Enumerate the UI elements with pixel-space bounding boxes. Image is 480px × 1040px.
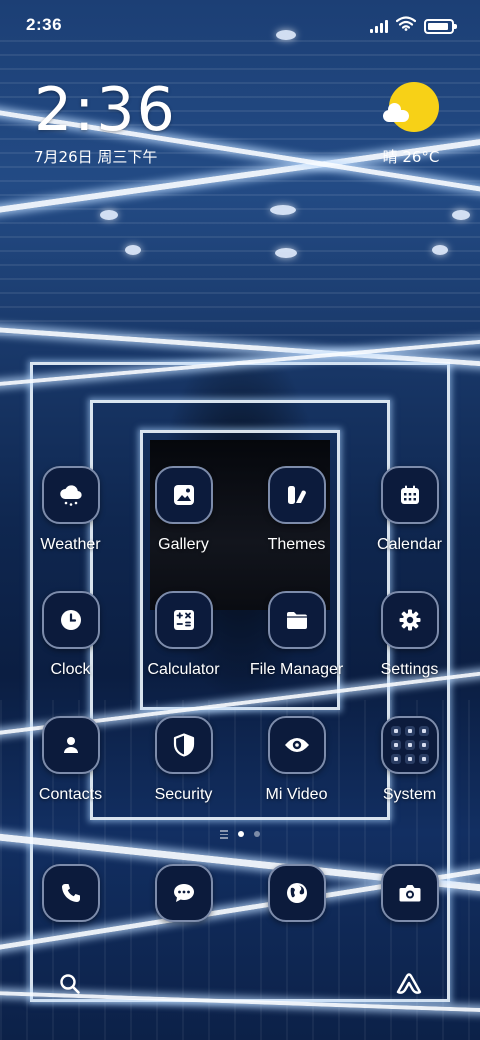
assistant-icon[interactable] bbox=[390, 966, 428, 1002]
clock-icon bbox=[41, 591, 100, 649]
ceiling-light bbox=[100, 210, 118, 220]
phone-icon bbox=[41, 864, 100, 922]
battery-fill bbox=[428, 22, 448, 30]
app-label: Weather bbox=[40, 536, 101, 553]
weather-widget[interactable]: 晴 26°C bbox=[376, 82, 446, 167]
wifi-icon bbox=[395, 16, 417, 36]
gallery-icon bbox=[154, 466, 213, 524]
page-indicator[interactable] bbox=[0, 830, 480, 839]
page-dot-active bbox=[238, 831, 244, 838]
calculator-icon bbox=[154, 591, 213, 649]
app-weather[interactable]: Weather bbox=[14, 466, 127, 591]
ceiling-light bbox=[270, 205, 296, 215]
app-label: Clock bbox=[50, 661, 91, 678]
app-settings[interactable]: Settings bbox=[353, 591, 466, 716]
shield-icon bbox=[154, 716, 213, 774]
contacts-icon bbox=[41, 716, 100, 774]
app-security[interactable]: Security bbox=[127, 716, 240, 841]
cloud-shape bbox=[383, 103, 409, 122]
app-grid: Weather Gallery Themes Calendar Clock Ca… bbox=[14, 466, 466, 841]
dock-messages[interactable] bbox=[127, 864, 240, 924]
ceiling-light bbox=[432, 245, 448, 255]
app-label: File Manager bbox=[249, 661, 344, 678]
app-mi-video[interactable]: Mi Video bbox=[240, 716, 353, 841]
app-label: Calendar bbox=[377, 536, 442, 553]
eye-icon bbox=[267, 716, 326, 774]
app-label: Security bbox=[154, 786, 213, 803]
status-bar: 2:36 bbox=[0, 0, 480, 50]
app-label: Themes bbox=[267, 536, 326, 553]
app-label: Mi Video bbox=[265, 786, 328, 803]
dock-camera[interactable] bbox=[353, 864, 466, 924]
app-calculator[interactable]: Calculator bbox=[127, 591, 240, 716]
sunny-cloud-icon bbox=[383, 82, 439, 134]
status-icons bbox=[370, 16, 457, 36]
ceiling-light bbox=[275, 248, 297, 258]
app-folder-system[interactable]: System bbox=[353, 716, 466, 841]
app-label: Gallery bbox=[158, 536, 209, 553]
dock-phone[interactable] bbox=[14, 864, 127, 924]
ceiling-light bbox=[125, 245, 141, 255]
clock-widget[interactable]: 2:36 7月26日 周三下午 bbox=[34, 78, 177, 167]
app-clock[interactable]: Clock bbox=[14, 591, 127, 716]
calendar-icon bbox=[380, 466, 439, 524]
app-label: Settings bbox=[380, 661, 439, 678]
app-gallery[interactable]: Gallery bbox=[127, 466, 240, 591]
dock bbox=[14, 864, 466, 924]
clock-date: 7月26日 周三下午 bbox=[34, 148, 158, 166]
message-icon bbox=[154, 864, 213, 922]
app-label: Contacts bbox=[38, 786, 103, 803]
folder-grid-icon bbox=[380, 716, 439, 774]
app-calendar[interactable]: Calendar bbox=[353, 466, 466, 591]
menu-lines-icon bbox=[220, 830, 228, 839]
page-dot bbox=[254, 831, 260, 838]
ceiling-light bbox=[452, 210, 470, 220]
app-themes[interactable]: Themes bbox=[240, 466, 353, 591]
dock-browser[interactable] bbox=[240, 864, 353, 924]
browser-globe-icon bbox=[267, 864, 326, 922]
app-label: Calculator bbox=[147, 661, 220, 678]
app-contacts[interactable]: Contacts bbox=[14, 716, 127, 841]
battery-icon bbox=[424, 18, 457, 34]
clock-time: 2:36 bbox=[34, 75, 177, 145]
weather-cloud-icon bbox=[41, 466, 100, 524]
app-file-manager[interactable]: File Manager bbox=[240, 591, 353, 716]
app-label: System bbox=[382, 786, 437, 803]
search-icon[interactable] bbox=[52, 966, 88, 1002]
themes-icon bbox=[267, 466, 326, 524]
weather-text: 晴 26°C bbox=[382, 148, 440, 166]
camera-icon bbox=[380, 864, 439, 922]
status-time: 2:36 bbox=[26, 15, 63, 34]
folder-icon bbox=[267, 591, 326, 649]
signal-icon bbox=[370, 19, 388, 33]
gear-icon bbox=[380, 591, 439, 649]
